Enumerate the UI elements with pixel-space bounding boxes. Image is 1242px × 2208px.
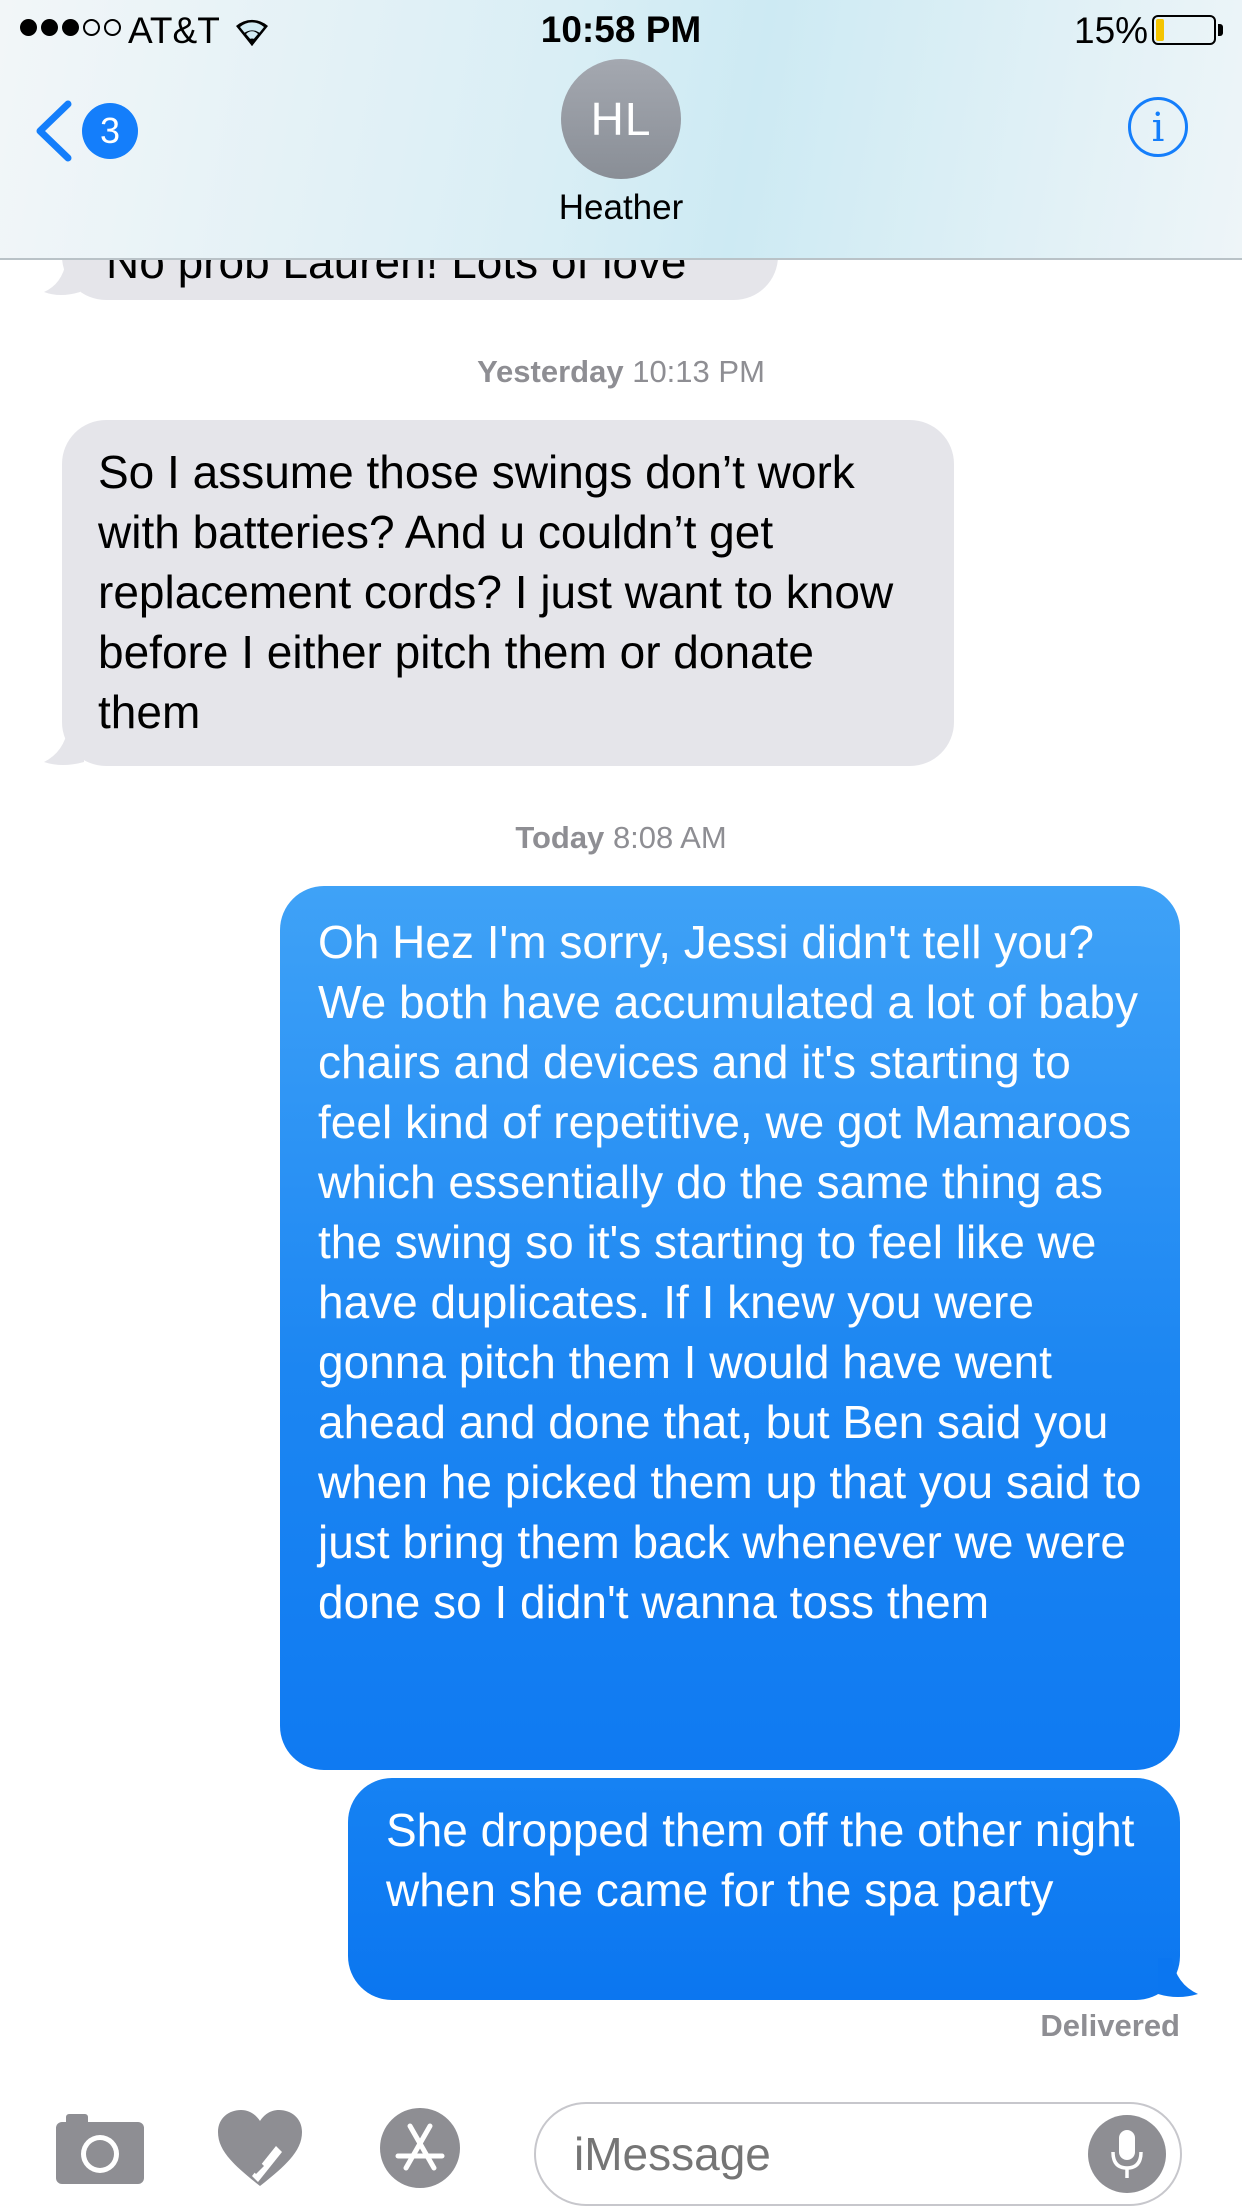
incoming-message-bubble[interactable]: So I assume those swings don’t work with… xyxy=(62,420,954,766)
message-text: So I assume those swings don’t work with… xyxy=(98,446,894,738)
camera-icon[interactable] xyxy=(52,2106,148,2190)
contact-name[interactable]: Heather xyxy=(0,188,1242,228)
message-text: She dropped them off the other night whe… xyxy=(386,1804,1135,1916)
imessage-input[interactable] xyxy=(534,2102,1182,2206)
info-icon[interactable]: i xyxy=(1128,97,1188,157)
timestamp-day: Today xyxy=(515,820,605,855)
contact-avatar[interactable]: HL xyxy=(561,59,681,179)
back-button[interactable]: 3 xyxy=(34,96,144,166)
conversation-header: AT&T 10:58 PM 15% 3 HL Heather i xyxy=(0,0,1242,260)
bubble-tail-outgoing xyxy=(1158,1958,1198,1997)
status-clock: 10:58 PM xyxy=(540,9,702,50)
microphone-icon xyxy=(1111,2130,1143,2178)
status-bar: AT&T 10:58 PM 15% xyxy=(0,0,1242,60)
outgoing-message-bubble[interactable]: Oh Hez I'm sorry, Jessi didn't tell you?… xyxy=(280,886,1180,1770)
app-store-icon[interactable] xyxy=(372,2106,468,2190)
bubble-tail-incoming xyxy=(44,262,80,295)
battery-percentage: 15% xyxy=(1074,10,1149,51)
battery-icon xyxy=(1152,15,1216,45)
digital-touch-heart-icon[interactable] xyxy=(212,2106,308,2190)
compose-toolbar xyxy=(0,2086,1242,2208)
timestamp-divider: Today 8:08 AM xyxy=(0,820,1242,856)
delivery-status: Delivered xyxy=(1040,2008,1180,2043)
microphone-button[interactable] xyxy=(1088,2115,1166,2193)
unread-count-badge: 3 xyxy=(82,103,138,159)
message-text: Oh Hez I'm sorry, Jessi didn't tell you?… xyxy=(318,916,1142,1628)
timestamp-time: 8:08 AM xyxy=(612,820,727,855)
timestamp-time: 10:13 PM xyxy=(632,354,765,389)
outgoing-message-bubble[interactable]: She dropped them off the other night whe… xyxy=(348,1778,1180,2000)
timestamp-day: Yesterday xyxy=(477,354,624,389)
battery-tip xyxy=(1218,24,1223,36)
timestamp-divider: Yesterday 10:13 PM xyxy=(0,354,1242,390)
chevron-left-icon xyxy=(36,100,72,162)
bubble-tail-incoming xyxy=(44,728,84,765)
